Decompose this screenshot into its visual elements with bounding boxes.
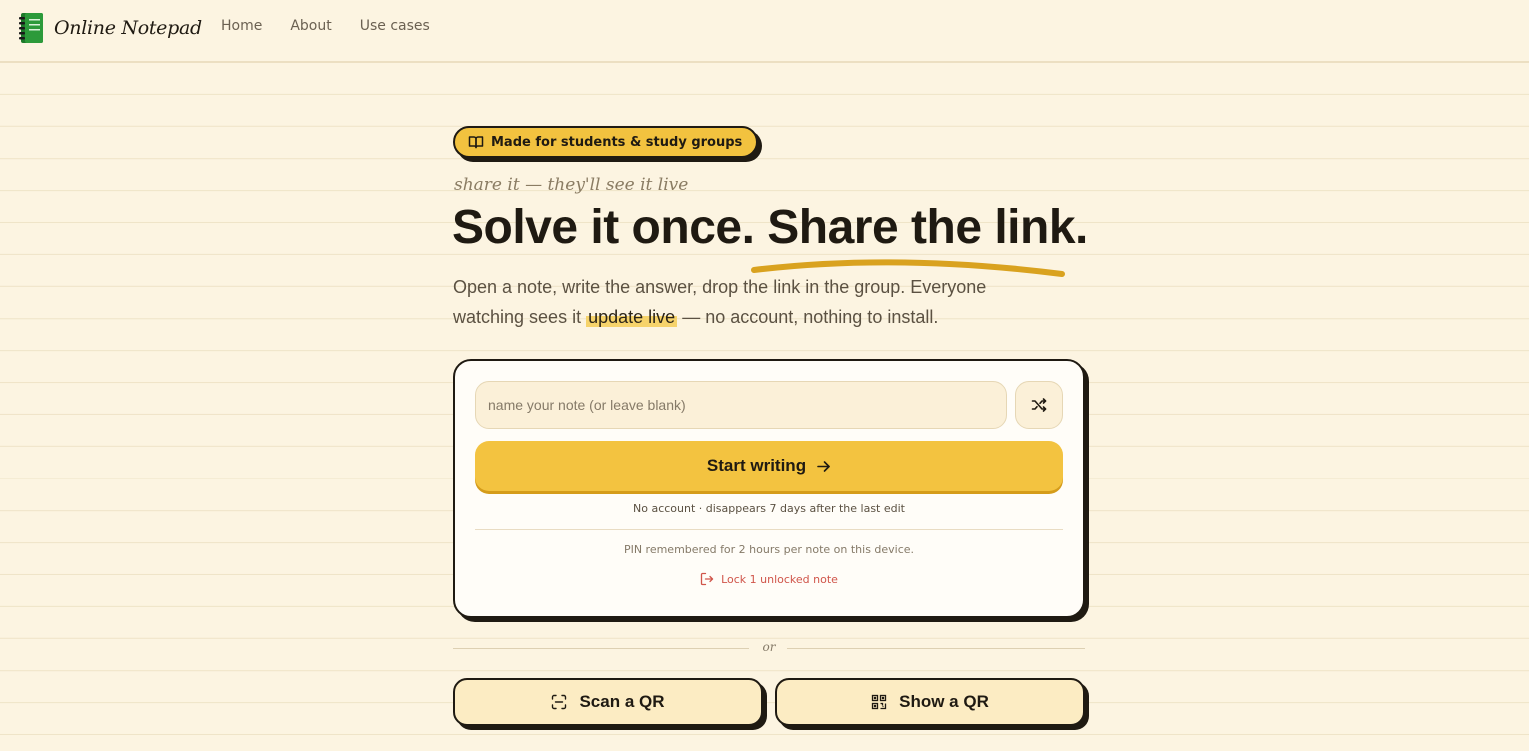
nav-about[interactable]: About bbox=[290, 18, 331, 34]
site-header: Online Notepad Home About Use cases bbox=[0, 0, 1529, 63]
lede-part-2: — no account, nothing to install. bbox=[682, 307, 939, 327]
page-title: Solve it once. Share the link. bbox=[452, 200, 1088, 255]
lede-highlight: update live bbox=[586, 307, 678, 327]
or-label: or bbox=[762, 640, 776, 654]
logo-text: Online Notepad bbox=[54, 17, 202, 39]
main-nav: Home About Use cases bbox=[221, 18, 430, 34]
nav-use-cases[interactable]: Use cases bbox=[360, 18, 430, 34]
qr-code-icon bbox=[871, 694, 887, 710]
lede-text: Open a note, write the answer, drop the … bbox=[453, 272, 1053, 332]
start-writing-label: Start writing bbox=[706, 456, 807, 475]
scan-icon bbox=[552, 694, 567, 710]
lock-notes-label: Lock 1 unlocked note bbox=[721, 572, 838, 586]
headline-part-1: Solve it once. bbox=[452, 201, 755, 254]
lock-notes-link[interactable]: Lock 1 unlocked note bbox=[455, 572, 1083, 586]
show-qr-label: Show a QR bbox=[899, 692, 989, 711]
pin-info: PIN remembered for 2 hours per note on t… bbox=[623, 543, 915, 556]
new-note-card: Start writing No account · disappears 7 … bbox=[453, 359, 1085, 618]
scan-qr-button[interactable]: Scan a QR bbox=[453, 678, 763, 726]
nav-home[interactable]: Home bbox=[221, 18, 262, 34]
notepad-logo-icon bbox=[19, 13, 43, 43]
logout-icon bbox=[700, 572, 714, 586]
card-divider bbox=[475, 529, 1063, 530]
show-qr-button[interactable]: Show a QR bbox=[775, 678, 1085, 726]
note-name-input[interactable] bbox=[475, 381, 1007, 429]
random-name-button[interactable] bbox=[1015, 381, 1063, 429]
audience-badge: Made for students & study groups bbox=[453, 126, 759, 158]
note-meta-info: No account · disappears 7 days after the… bbox=[633, 502, 905, 515]
book-icon bbox=[468, 136, 484, 149]
start-writing-button[interactable]: Start writing bbox=[475, 441, 1063, 491]
arrow-right-icon bbox=[817, 460, 830, 472]
headline-part-2: Share the link. bbox=[767, 201, 1088, 254]
tagline: share it — they'll see it live bbox=[454, 175, 689, 195]
or-divider: or bbox=[453, 640, 1085, 658]
badge-label: Made for students & study groups bbox=[491, 134, 743, 150]
shuffle-icon bbox=[1031, 398, 1047, 412]
logo[interactable]: Online Notepad bbox=[16, 11, 202, 45]
scan-qr-label: Scan a QR bbox=[579, 692, 665, 711]
